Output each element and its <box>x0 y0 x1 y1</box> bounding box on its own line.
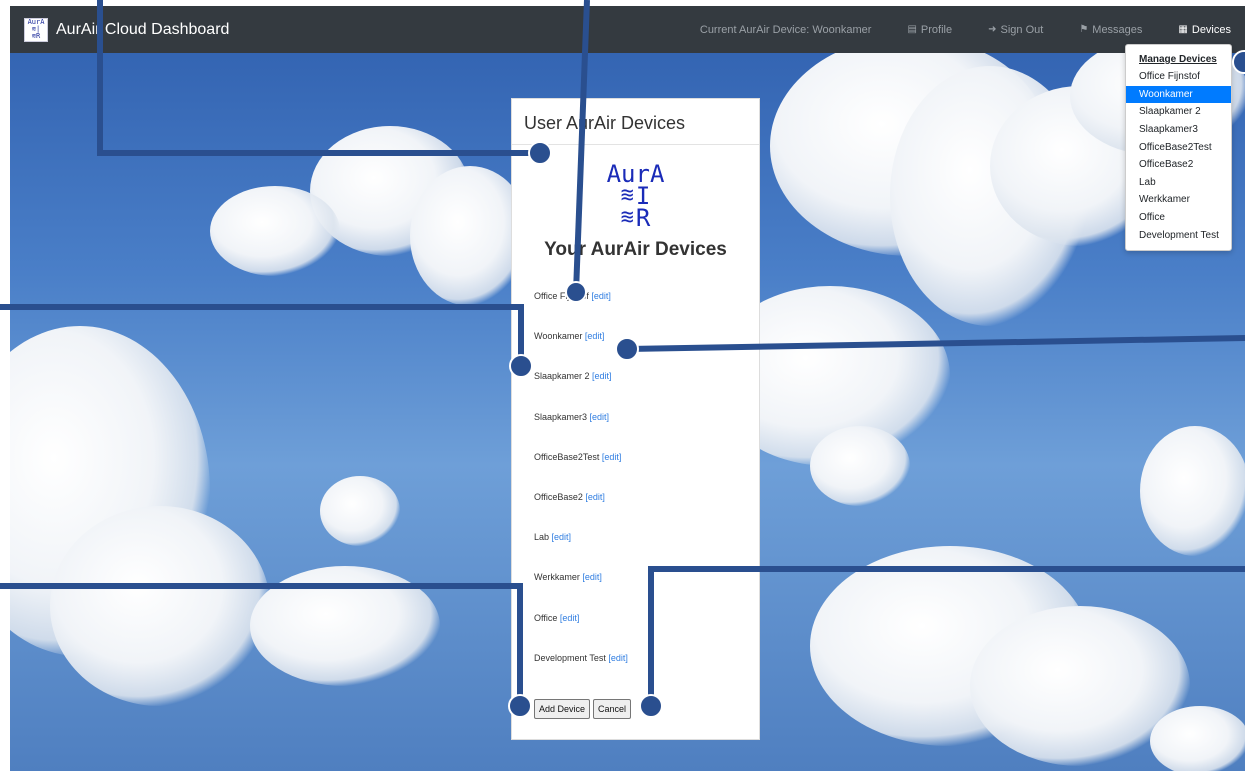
annotation-line <box>0 304 524 366</box>
annotation-line <box>573 0 590 293</box>
annotation-dot <box>615 337 639 361</box>
annotation-dot <box>1232 50 1245 74</box>
annotation-dot <box>508 694 532 718</box>
annotation-dot <box>509 354 533 378</box>
annotation-dot <box>639 694 663 718</box>
annotation-dot <box>565 281 587 303</box>
annotation-dot <box>528 141 552 165</box>
annotation-line <box>626 335 1245 352</box>
annotation-overlay <box>0 0 1245 718</box>
annotation-line <box>648 566 1245 706</box>
annotation-line <box>97 0 540 156</box>
annotation-line <box>0 583 523 706</box>
